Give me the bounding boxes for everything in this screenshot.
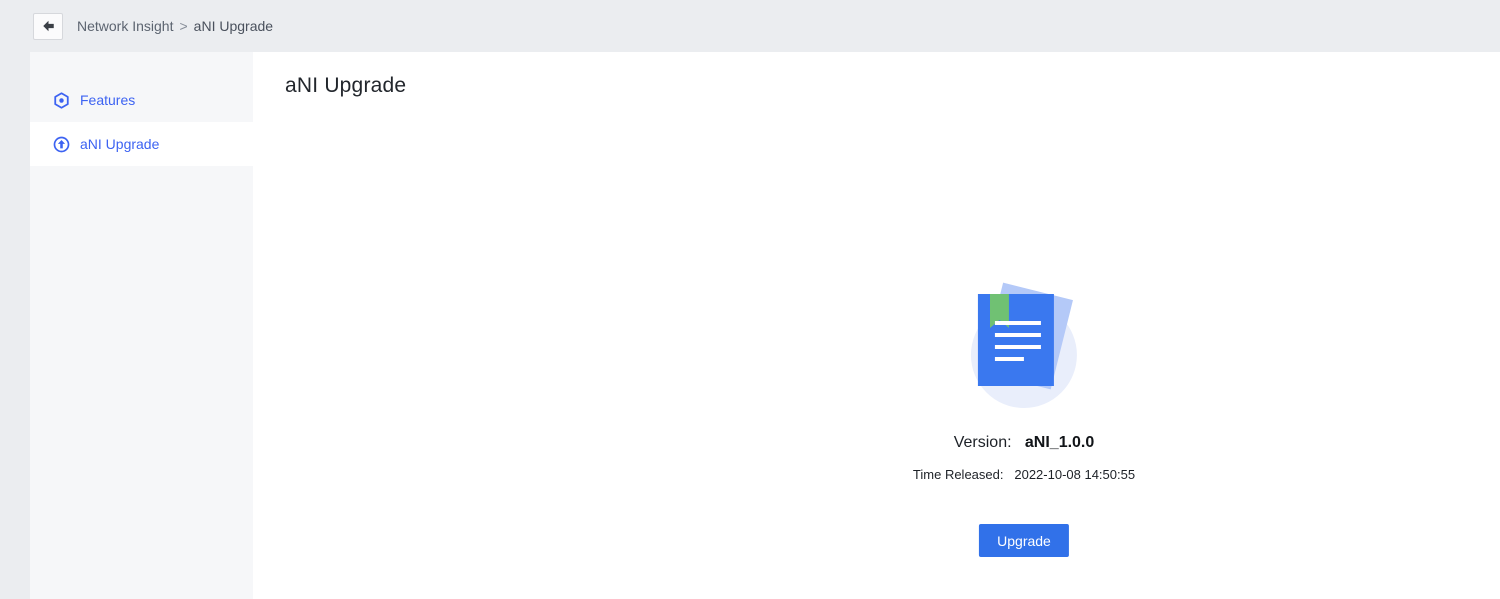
time-released-line: Time Released: 2022-10-08 14:50:55 (913, 467, 1135, 482)
breadcrumb-current: aNI Upgrade (193, 18, 274, 34)
breadcrumb-parent[interactable]: Network Insight (77, 18, 173, 34)
time-released-value: 2022-10-08 14:50:55 (1014, 467, 1136, 482)
arrow-left-icon (41, 19, 56, 33)
sidebar-item-ani-upgrade[interactable]: aNI Upgrade (30, 122, 253, 166)
sidebar-item-label: aNI Upgrade (80, 136, 160, 152)
version-line: Version: aNI_1.0.0 (954, 434, 1095, 452)
back-button[interactable] (33, 12, 63, 40)
time-released-label: Time Released: (912, 467, 1004, 482)
sidebar-item-features[interactable]: Features (30, 78, 253, 122)
main-shell: Features aNI Upgrade aNI Upgrade Version… (0, 52, 1500, 599)
sidebar: Features aNI Upgrade (30, 52, 253, 599)
breadcrumb: Network Insight > aNI Upgrade (77, 18, 273, 34)
document-text-lines (995, 321, 1041, 369)
upgrade-panel: Version: aNI_1.0.0 Time Released: 2022-1… (913, 282, 1135, 557)
document-with-bookmark-icon (963, 282, 1085, 408)
page-title: aNI Upgrade (285, 74, 407, 97)
hexagon-dot-icon (53, 91, 70, 109)
illustration-document (978, 294, 1054, 386)
left-gutter (0, 52, 30, 599)
top-bar: Network Insight > aNI Upgrade (0, 0, 1500, 52)
version-value: aNI_1.0.0 (1024, 434, 1095, 451)
upgrade-button[interactable]: Upgrade (979, 524, 1069, 557)
arrow-up-circle-icon (53, 136, 70, 153)
sidebar-item-label: Features (80, 92, 136, 108)
version-label: Version: (953, 434, 1012, 451)
breadcrumb-separator: > (179, 18, 188, 34)
content-area: aNI Upgrade Version: aNI_1.0.0 Time Rele… (253, 52, 1500, 599)
